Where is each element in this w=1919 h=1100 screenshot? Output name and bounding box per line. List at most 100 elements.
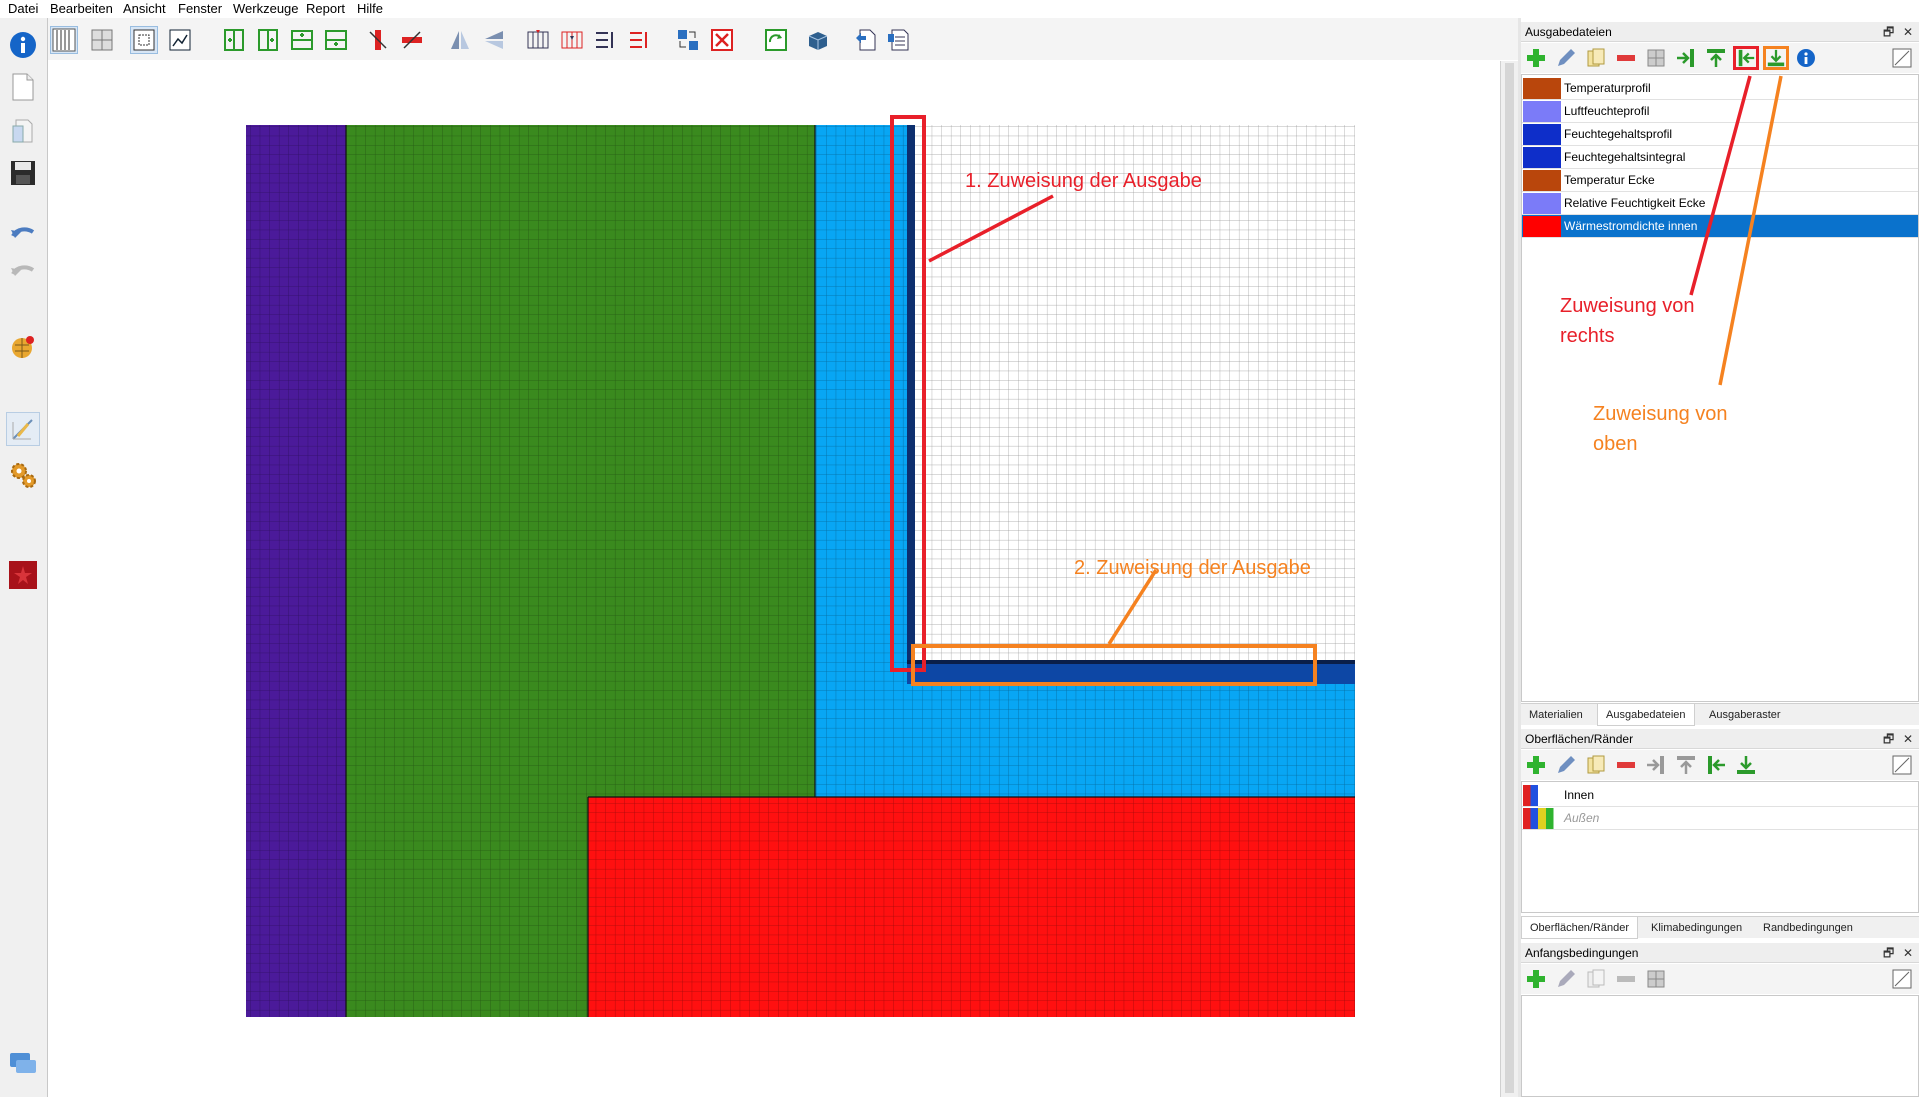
- split-rows-button[interactable]: [558, 26, 586, 54]
- add-column-right-icon: [258, 29, 278, 51]
- tab-randbedingungen[interactable]: Randbedingungen: [1755, 917, 1861, 939]
- surfaces-toolbar: [1521, 750, 1919, 780]
- outputs-panel-title: Ausgabedateien 🗗 ✕: [1521, 22, 1919, 42]
- split-columns-button[interactable]: [524, 26, 552, 54]
- surface-view-button[interactable]: [1889, 753, 1915, 777]
- outputs-panel-title-text: Ausgabedateien: [1525, 25, 1612, 39]
- edit-view-icon: [12, 419, 33, 440]
- surface-color-swatch: [1523, 808, 1561, 829]
- redo-button[interactable]: [6, 254, 40, 288]
- merge-columns-button[interactable]: [626, 26, 654, 54]
- stop-button[interactable]: [6, 558, 40, 592]
- surfaces-panel-title-text: Oberflächen/Ränder: [1525, 732, 1634, 746]
- tab-ausgabedateien[interactable]: Ausgabedateien: [1597, 704, 1695, 726]
- tab-oberflaechen[interactable]: Oberflächen/Ränder: [1521, 917, 1639, 939]
- mirror-vertical-button[interactable]: [446, 26, 474, 54]
- float-panel-icon[interactable]: 🗗: [1883, 729, 1894, 749]
- surface-assign-left-button[interactable]: [1643, 753, 1669, 777]
- tab-materialien[interactable]: Materialien: [1521, 704, 1591, 726]
- redo-icon: [11, 265, 35, 276]
- edit-initial-button[interactable]: [1553, 967, 1579, 991]
- surface-label: Außen: [1564, 811, 1600, 825]
- export-file-button[interactable]: [852, 26, 880, 54]
- merge-rows-button[interactable]: [592, 26, 620, 54]
- minus-icon: [1617, 762, 1635, 768]
- surface-assign-bottom-button[interactable]: [1673, 753, 1699, 777]
- chat-button[interactable]: [6, 1048, 40, 1082]
- save-icon: [11, 161, 35, 185]
- close-panel-icon[interactable]: ✕: [1903, 729, 1913, 749]
- float-panel-icon[interactable]: 🗗: [1883, 22, 1894, 42]
- list-item[interactable]: Außen: [1522, 807, 1918, 830]
- delete-row-button[interactable]: [398, 26, 426, 54]
- menu-report[interactable]: Report: [306, 2, 345, 16]
- report-file-button[interactable]: [884, 26, 912, 54]
- assign-region-button[interactable]: [674, 26, 702, 54]
- info-button[interactable]: [6, 28, 40, 62]
- material-3d-button[interactable]: [804, 26, 832, 54]
- add-initial-button[interactable]: [1523, 967, 1549, 991]
- chart-view-button[interactable]: [166, 26, 194, 54]
- settings-button[interactable]: [6, 458, 40, 492]
- add-column-right-button[interactable]: [254, 26, 282, 54]
- add-row-top-button[interactable]: [288, 26, 316, 54]
- grid-view-icon: [91, 29, 113, 51]
- annotation-top-line2: oben: [1593, 433, 1638, 455]
- add-row-top-icon: [291, 30, 313, 50]
- undo-button[interactable]: [6, 216, 40, 250]
- annotation-right-line2: rechts: [1560, 325, 1615, 347]
- menu-datei[interactable]: Datei: [8, 2, 38, 16]
- export-file-icon: [856, 29, 876, 51]
- surfaces-list: Innen Außen: [1521, 781, 1919, 913]
- delete-region-button[interactable]: [708, 26, 736, 54]
- mirror-vertical-icon: [451, 31, 469, 49]
- add-surface-button[interactable]: [1523, 753, 1549, 777]
- copy-surface-button[interactable]: [1583, 753, 1609, 777]
- menu-bearbeiten[interactable]: Bearbeiten: [50, 2, 113, 16]
- undo-icon: [11, 227, 35, 238]
- edit-view-button[interactable]: [6, 412, 40, 446]
- mirror-horizontal-button[interactable]: [480, 26, 508, 54]
- scrollbar-thumb[interactable]: [1505, 63, 1514, 1093]
- close-panel-icon[interactable]: ✕: [1903, 22, 1913, 42]
- open-file-button[interactable]: [6, 114, 40, 148]
- vertical-lines-button[interactable]: [50, 26, 78, 54]
- menu-werkzeuge[interactable]: Werkzeuge: [233, 2, 299, 16]
- vertical-lines-icon: [52, 28, 76, 52]
- close-panel-icon[interactable]: ✕: [1903, 943, 1913, 963]
- add-column-left-icon: [224, 29, 244, 51]
- add-column-left-button[interactable]: [220, 26, 248, 54]
- save-button[interactable]: [6, 156, 40, 190]
- diagonal-view-icon: [1892, 969, 1912, 989]
- select-region-icon: [133, 29, 155, 51]
- remove-initial-button[interactable]: [1613, 967, 1639, 991]
- copy-initial-button[interactable]: [1583, 967, 1609, 991]
- menu-hilfe[interactable]: Hilfe: [357, 2, 383, 16]
- new-file-button[interactable]: [6, 70, 40, 104]
- list-item[interactable]: Innen: [1522, 784, 1918, 807]
- grid-view-button[interactable]: [88, 26, 116, 54]
- delete-column-button[interactable]: [364, 26, 392, 54]
- initial-grid-button[interactable]: [1643, 967, 1669, 991]
- output-boundary-vertical[interactable]: [907, 125, 915, 665]
- surface-assign-top-button[interactable]: [1733, 753, 1759, 777]
- remove-surface-button[interactable]: [1613, 753, 1639, 777]
- output-boundary-horizontal[interactable]: [907, 662, 1355, 684]
- annotation-right-line1: Zuweisung von: [1560, 295, 1695, 317]
- copy-icon: [1587, 969, 1605, 988]
- surfaces-panel-title: Oberflächen/Ränder 🗗 ✕: [1521, 729, 1919, 749]
- geometry-canvas[interactable]: 1. Zuweisung der Ausgabe 2. Zuweisung de…: [49, 61, 1499, 1097]
- initial-view-button[interactable]: [1889, 967, 1915, 991]
- tab-klimabedingungen[interactable]: Klimabedingungen: [1643, 917, 1750, 939]
- canvas-vertical-scrollbar[interactable]: [1500, 61, 1518, 1097]
- surface-assign-right-button[interactable]: [1703, 753, 1729, 777]
- add-row-bottom-button[interactable]: [322, 26, 350, 54]
- float-panel-icon[interactable]: 🗗: [1883, 943, 1894, 963]
- tab-ausgaberaster[interactable]: Ausgaberaster: [1701, 704, 1789, 726]
- globe-button[interactable]: [6, 330, 40, 364]
- menu-ansicht[interactable]: Ansicht: [123, 2, 166, 16]
- refresh-grid-button[interactable]: [762, 26, 790, 54]
- menu-fenster[interactable]: Fenster: [178, 2, 222, 16]
- edit-surface-button[interactable]: [1553, 753, 1579, 777]
- select-region-button[interactable]: [130, 26, 158, 54]
